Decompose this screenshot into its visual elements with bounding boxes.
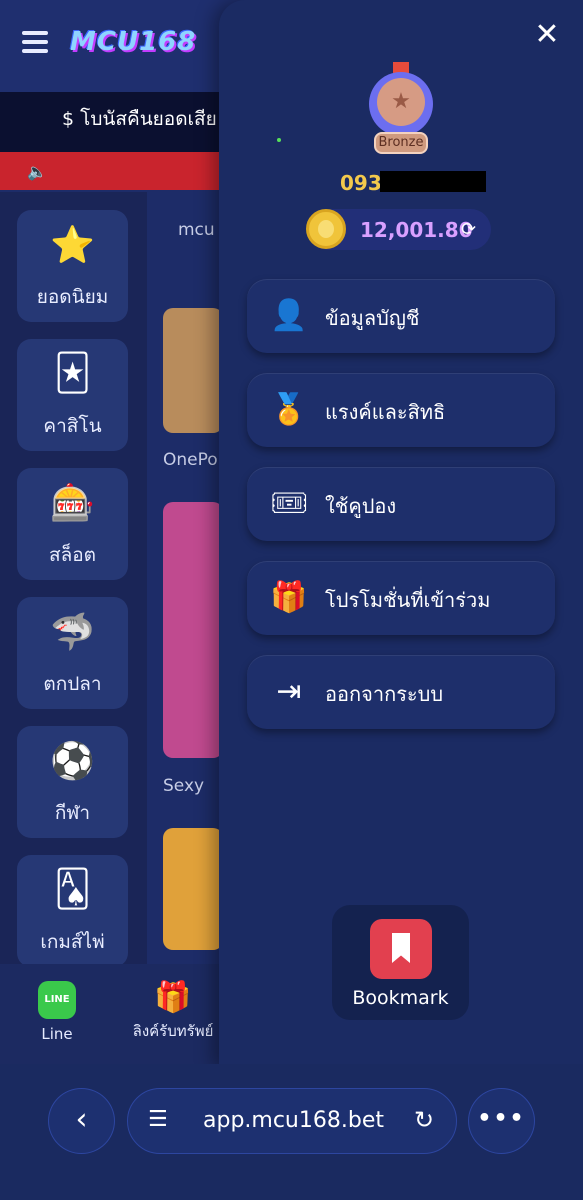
category-popular[interactable]: ⭐ ยอดนิยม: [17, 210, 128, 322]
casino-cards-icon: 🃏: [54, 353, 91, 394]
hamburger-menu-icon[interactable]: [22, 31, 48, 53]
balance-value: 12,001.80: [360, 218, 473, 242]
redacted-phone-mask: [380, 171, 486, 192]
category-cardgames[interactable]: 🂡 เกมส์ไพ่: [17, 855, 128, 967]
nav-label: ลิงค์รับทรัพย์: [132, 1022, 214, 1040]
rank-badge: Bronze: [374, 132, 428, 154]
reload-icon[interactable]: ↻: [414, 1106, 434, 1134]
menu-rank-privileges[interactable]: 🏅 แรงค์และสิทธิ: [247, 373, 555, 447]
menu-account-info[interactable]: 👤 ข้อมูลบัญชี: [247, 279, 555, 353]
content-snippet: mcu: [178, 220, 215, 240]
menu-label: ใช้คูปอง: [325, 494, 397, 518]
playing-cards-icon: 🂡: [54, 869, 91, 910]
menu-use-coupon[interactable]: 🎟 ใช้คูปอง: [247, 467, 555, 541]
speaker-icon: 🔈: [27, 162, 47, 181]
bookmark-label: Bookmark: [352, 987, 449, 1009]
star-trophy-icon: ⭐: [50, 225, 95, 266]
category-casino[interactable]: 🃏 คาสิโน: [17, 339, 128, 451]
nav-label: Line: [41, 1025, 73, 1043]
star-icon: ★: [377, 78, 425, 126]
bookmark-button[interactable]: Bookmark: [332, 905, 469, 1020]
category-fishing[interactable]: 🦈 ตกปลา: [17, 597, 128, 709]
menu-label: แรงค์และสิทธิ: [325, 400, 446, 424]
url-text[interactable]: app.mcu168.bet: [203, 1108, 384, 1133]
game-thumbnail[interactable]: [163, 828, 223, 950]
game-label: Sexy: [163, 776, 205, 796]
game-label: OnePo: [163, 450, 218, 470]
category-label: ยอดนิยม: [36, 286, 109, 308]
menu-label: ออกจากระบบ: [325, 682, 444, 706]
logout-icon: ⇥: [276, 674, 302, 709]
menu-logout[interactable]: ⇥ ออกจากระบบ: [247, 655, 555, 729]
category-label: เกมส์ไพ่: [40, 931, 105, 953]
coupon-icon: 🎟: [269, 486, 309, 521]
user-phone: 093: [340, 171, 382, 195]
category-label: ตกปลา: [43, 673, 102, 695]
more-button[interactable]: •••: [468, 1088, 535, 1154]
menu-joined-promotions[interactable]: 🎁 โปรโมชั่นที่เข้าร่วม: [247, 561, 555, 635]
slot-machine-icon: 🎰: [50, 483, 95, 524]
sports-ball-icon: ⚽: [50, 741, 95, 782]
menu-label: โปรโมชั่นที่เข้าร่วม: [325, 588, 491, 612]
site-logo[interactable]: MCU168: [70, 27, 196, 57]
nav-gift-link[interactable]: 🎁 ลิงค์รับทรัพย์: [118, 980, 228, 1043]
category-label: สล็อต: [49, 544, 96, 566]
fish-shark-icon: 🦈: [50, 612, 95, 653]
category-label: กีฬา: [54, 802, 91, 824]
gift-icon: 🎁: [270, 580, 308, 615]
medal-ring: ★: [369, 72, 433, 136]
category-sports[interactable]: ⚽ กีฬา: [17, 726, 128, 838]
tabs-icon[interactable]: ☰: [148, 1108, 170, 1132]
category-slot[interactable]: 🎰 สล็อต: [17, 468, 128, 580]
coin-icon: [306, 209, 346, 249]
close-icon[interactable]: ✕: [534, 20, 560, 50]
back-button[interactable]: ‹: [48, 1088, 115, 1154]
menu-label: ข้อมูลบัญชี: [325, 306, 420, 330]
line-icon: LINE: [38, 981, 76, 1019]
online-indicator: [277, 138, 281, 142]
nav-line[interactable]: LINE Line: [32, 981, 82, 1043]
bookmark-icon: [370, 919, 432, 979]
category-label: คาสิโน: [43, 415, 102, 437]
user-icon: 👤: [270, 298, 308, 333]
rank-medal-icon: 🏅: [270, 392, 308, 427]
rank-medal: ★ Bronze: [367, 62, 435, 158]
refresh-icon[interactable]: ⟳: [461, 219, 476, 240]
gift-icon: 🎁: [154, 980, 192, 1015]
bonus-text: $ โบนัสคืนยอดเสีย (: [62, 108, 231, 130]
game-thumbnail[interactable]: [163, 502, 223, 758]
game-thumbnail[interactable]: [163, 308, 223, 433]
